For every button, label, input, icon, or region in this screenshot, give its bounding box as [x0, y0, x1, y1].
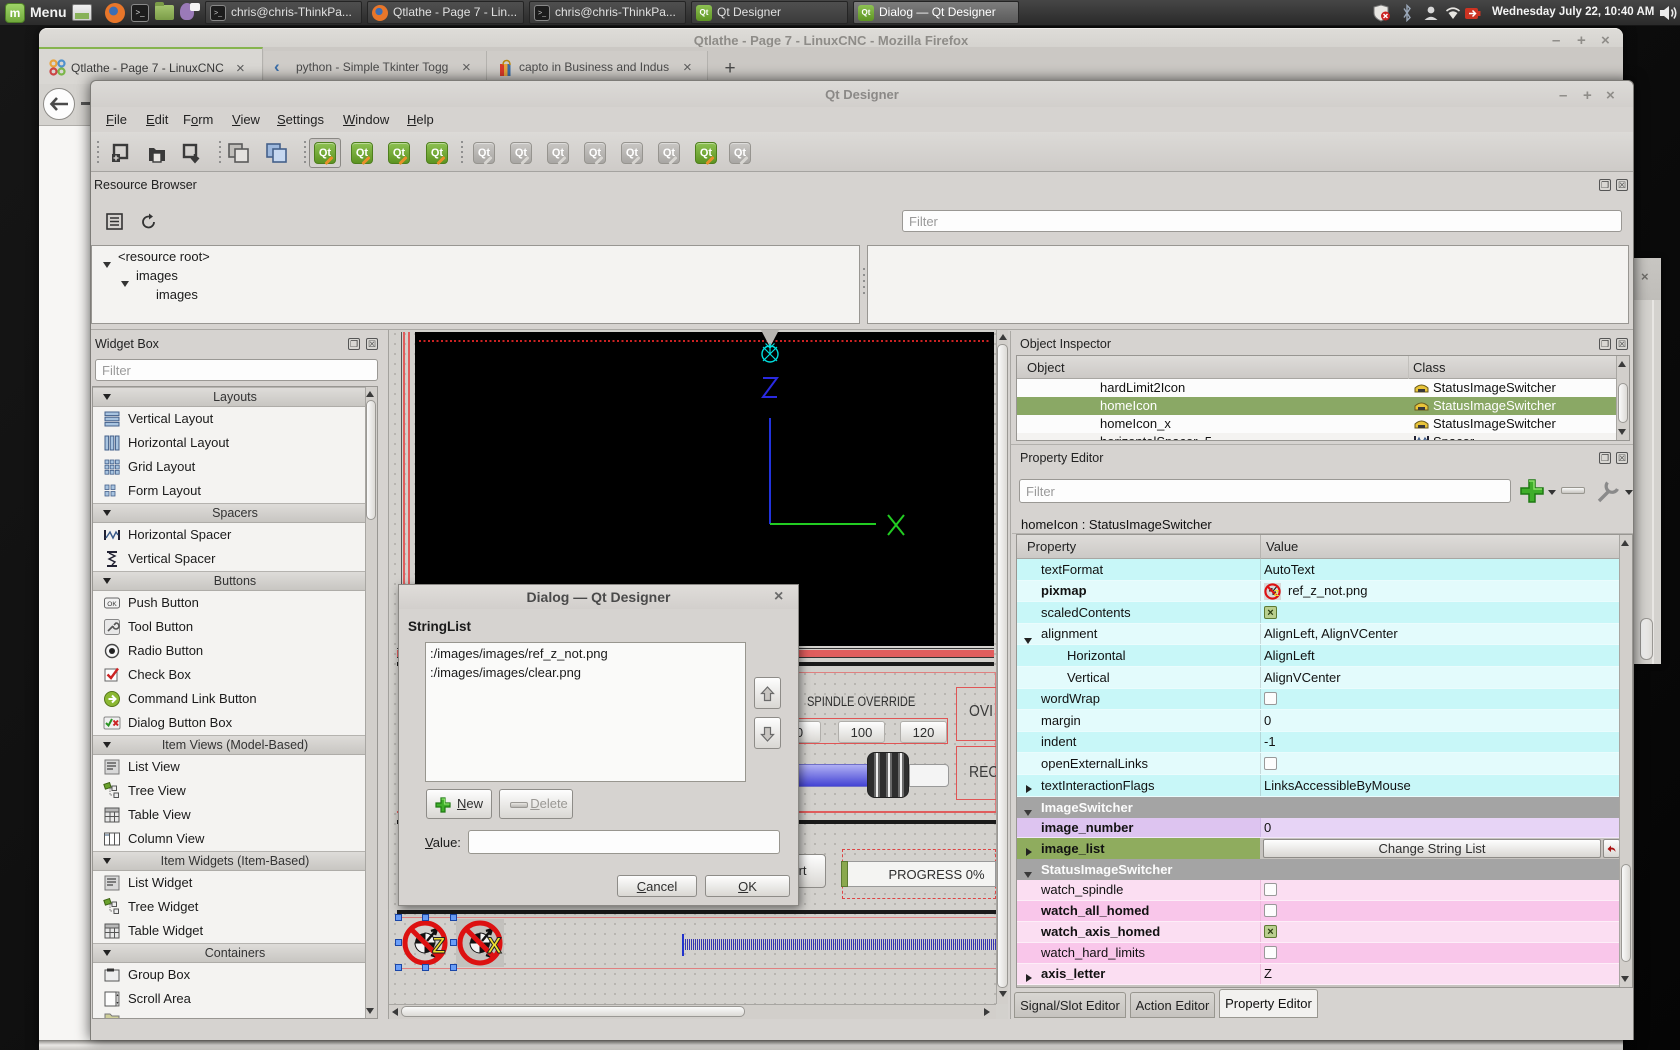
svg-text:Z: Z: [432, 933, 445, 958]
svg-text:X: X: [487, 933, 502, 958]
svg-text:Z: Z: [1274, 588, 1279, 598]
svg-text:OK: OK: [107, 601, 117, 608]
